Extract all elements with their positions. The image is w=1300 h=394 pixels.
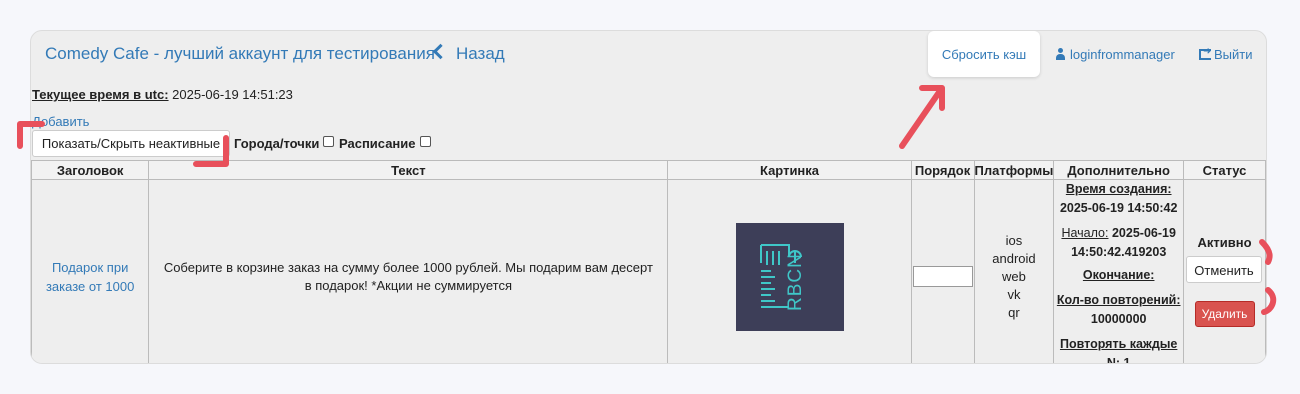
text-cell: Соберите в корзине заказ на сумму более … [148, 179, 669, 363]
order-cell [910, 179, 975, 363]
rbcn-logo-icon: RBCN [759, 243, 806, 311]
main-panel: Comedy Cafe - лучший аккаунт для тестиро… [30, 30, 1267, 364]
toggle-inactive-button[interactable]: Показать/Скрыть неактивные [32, 130, 230, 157]
column-header: Порядок [910, 160, 975, 180]
column-header: Картинка [667, 160, 912, 180]
cities-filter: Города/точки [234, 136, 335, 151]
filters-bar: Показать/Скрыть неактивные Города/точки … [31, 130, 631, 158]
back-link[interactable]: Назад [432, 43, 505, 64]
column-header: Платформы [973, 160, 1055, 180]
created-label: Время создания: [1065, 182, 1172, 196]
extra-cell: Время создания: 2025-06-19 14:50:42 Нача… [1053, 179, 1184, 364]
repeat-every-label: Повторять каждые N: [1059, 337, 1178, 364]
add-link[interactable]: Добавить [32, 114, 89, 129]
column-header: Заголовок [31, 160, 150, 180]
delete-button[interactable]: Удалить [1194, 300, 1255, 327]
current-time-value: 2025-06-19 14:51:23 [172, 87, 293, 102]
schedule-checkbox[interactable] [419, 136, 431, 147]
logout-icon [1199, 46, 1211, 60]
title-cell: Подарок при заказе от 1000 [31, 179, 150, 363]
brand-title[interactable]: Comedy Cafe - лучший аккаунт для тестиро… [45, 44, 435, 64]
platform-item: qr [1008, 304, 1020, 320]
table-row: Подарок при заказе от 1000 Соберите в ко… [31, 179, 1266, 364]
repeat-count-label: Кол-во повторений: [1056, 293, 1181, 307]
column-header: Текст [148, 160, 669, 180]
platform-item: android [992, 250, 1036, 266]
user-icon [1055, 48, 1066, 60]
end-label: Окончание: [1082, 268, 1155, 282]
promo-title-link[interactable]: Подарок при заказе от 1000 [32, 258, 148, 296]
user-menu[interactable]: loginfrommanager [1055, 47, 1175, 62]
username: loginfrommanager [1070, 47, 1175, 62]
promotions-table: Заголовок Текст Картинка Порядок Платфор… [31, 160, 1266, 364]
column-header: Дополнительно [1053, 160, 1184, 180]
logo-text: RBCN [785, 253, 806, 311]
repeat-every-value: 1 [1123, 356, 1131, 364]
promo-image: RBCN [735, 222, 844, 331]
created-value: 2025-06-19 14:50:42 [1059, 201, 1178, 215]
current-time-label: Текущее время в utc: [32, 87, 169, 102]
promo-text: Соберите в корзине заказ на сумму более … [163, 259, 653, 293]
cities-checkbox[interactable] [323, 136, 335, 147]
status-cell: Активно Отменить Удалить [1183, 179, 1266, 363]
chevron-left-icon [432, 43, 449, 60]
cancel-button[interactable]: Отменить [1186, 255, 1262, 283]
current-time: Текущее время в utc: 2025-06-19 14:51:23 [32, 87, 293, 102]
start-label: Начало: [1061, 226, 1109, 240]
image-cell: RBCN [667, 179, 912, 363]
order-input[interactable] [912, 266, 973, 287]
platform-item: vk [1007, 286, 1021, 302]
column-header: Статус [1183, 160, 1266, 180]
repeat-count-value: 10000000 [1090, 312, 1147, 326]
status-badge: Активно [1197, 234, 1252, 250]
platform-item: web [1002, 268, 1026, 284]
back-label: Назад [456, 44, 505, 63]
logout-label: Выйти [1214, 47, 1253, 62]
table-header-row: Заголовок Текст Картинка Порядок Платфор… [31, 160, 1266, 180]
top-navbar: Comedy Cafe - лучший аккаунт для тестиро… [31, 31, 1266, 77]
reset-cache-button[interactable]: Сбросить кэш [928, 31, 1040, 77]
cities-filter-label: Города/точки [234, 136, 320, 151]
logout-link[interactable]: Выйти [1199, 46, 1253, 62]
schedule-filter: Расписание [339, 136, 431, 151]
extra-info: Время создания: 2025-06-19 14:50:42 Нача… [1054, 180, 1183, 364]
platforms-cell: ios android web vk qr [973, 179, 1055, 363]
platform-item: ios [1005, 232, 1023, 248]
schedule-filter-label: Расписание [339, 136, 416, 151]
